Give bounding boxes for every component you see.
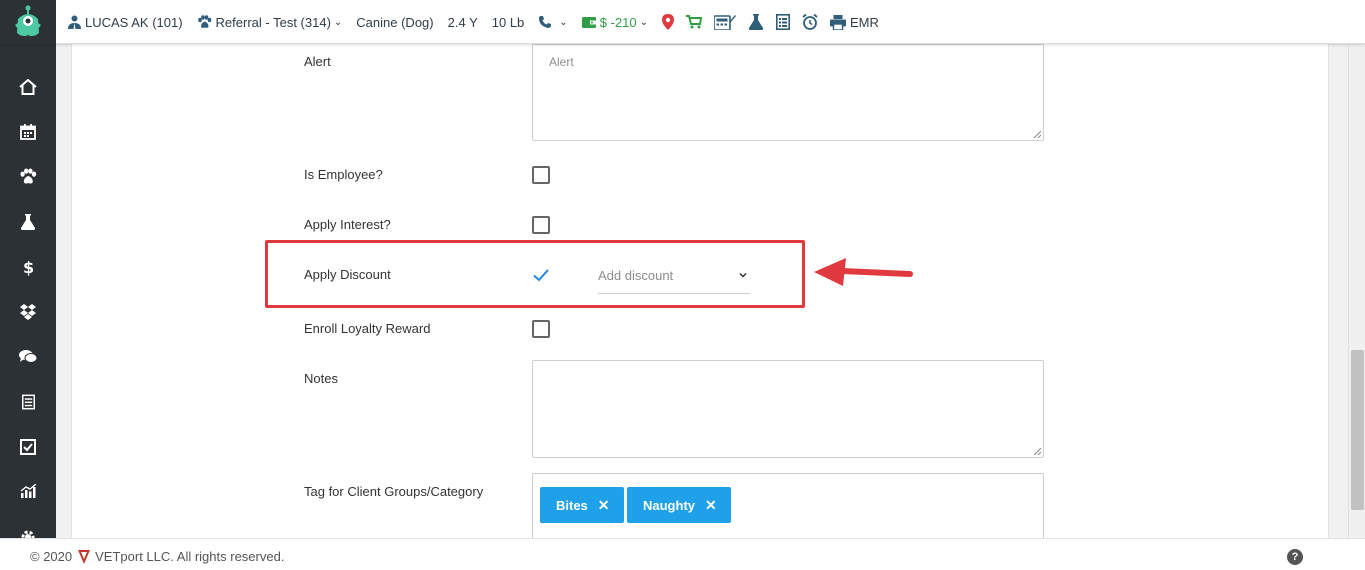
tags-label: Tag for Client Groups/Category — [304, 484, 484, 499]
patient-name: Referral - Test (314) — [215, 14, 331, 30]
alert-label: Alert — [304, 54, 331, 69]
chevron-down-icon: ⌄ — [639, 16, 648, 28]
client-name: LUCAS AK (101) — [85, 14, 183, 30]
bar-chart-icon — [20, 484, 36, 498]
phone-menu[interactable]: ⌄ — [538, 15, 568, 29]
dollar-icon: $ — [23, 258, 34, 276]
apply-interest-checkbox[interactable] — [532, 216, 550, 234]
sidebar-item-tasks[interactable] — [0, 424, 56, 469]
enroll-loyalty-checkbox[interactable] — [532, 320, 550, 338]
emr-label: EMR — [849, 14, 879, 30]
balance-amount: $ -210 — [599, 14, 637, 30]
alarm-clock-icon[interactable] — [802, 14, 818, 30]
svg-text:$: $ — [23, 258, 34, 276]
wallet-icon — [581, 17, 596, 28]
calendar-icon — [20, 123, 36, 140]
emr-button[interactable]: EMR — [829, 14, 879, 30]
close-icon[interactable]: ✕ — [598, 497, 610, 514]
top-bar: LUCAS AK (101) Referral - Test (314) ⌄ C… — [0, 0, 1365, 44]
chevron-down-icon: ⌄ — [333, 16, 343, 28]
sidebar-item-settings[interactable] — [0, 514, 56, 538]
alert-placeholder: Alert — [549, 55, 574, 69]
client-info[interactable]: LUCAS AK (101) — [68, 15, 183, 30]
chat-icon — [19, 350, 37, 363]
flask-icon[interactable] — [748, 14, 764, 30]
dropbox-icon — [20, 303, 36, 320]
sidebar-item-billing[interactable]: $ — [0, 244, 56, 289]
sidebar-item-analytics[interactable] — [0, 469, 56, 514]
alert-textarea[interactable]: Alert — [532, 44, 1044, 141]
gear-icon — [21, 530, 35, 538]
apply-interest-label: Apply Interest? — [304, 217, 391, 232]
tags-input[interactable]: Bites ✕ Naughty ✕ — [532, 473, 1044, 543]
sidebar-item-lab[interactable] — [0, 199, 56, 244]
patient-weight: 10 Lb — [491, 14, 525, 30]
company-text: VETport LLC. All rights reserved. — [95, 549, 285, 564]
tag-chip[interactable]: Bites ✕ — [540, 487, 624, 523]
balance-menu[interactable]: $ -210 ⌄ — [581, 14, 648, 30]
sidebar-item-calendar[interactable] — [0, 109, 56, 154]
sidebar-item-home[interactable] — [0, 64, 56, 109]
resize-handle-icon[interactable] — [1033, 447, 1041, 455]
highlight-box — [265, 240, 805, 308]
species: Canine (Dog) — [356, 14, 434, 30]
resize-handle-icon[interactable] — [1033, 130, 1041, 138]
tag-chip[interactable]: Naughty ✕ — [627, 487, 731, 523]
paw-icon — [197, 15, 211, 28]
calculator-edit-icon[interactable] — [713, 14, 736, 30]
arrow-annotation-icon — [814, 258, 913, 286]
sidebar-item-inventory[interactable] — [0, 289, 56, 334]
enroll-loyalty-label: Enroll Loyalty Reward — [304, 321, 431, 336]
document-list-icon[interactable] — [775, 14, 790, 30]
tag-label: Naughty — [643, 497, 695, 513]
user-tie-icon — [68, 15, 81, 29]
chevron-down-icon: ⌄ — [559, 16, 568, 28]
sidebar-item-reports[interactable] — [0, 379, 56, 424]
patient-selector[interactable]: Referral - Test (314) ⌄ — [197, 14, 343, 30]
paw-icon — [20, 168, 37, 184]
location-icon[interactable] — [661, 14, 674, 30]
copyright-text: © 2020 — [30, 549, 73, 564]
flask-icon — [20, 213, 36, 230]
close-icon[interactable]: ✕ — [705, 497, 717, 514]
scrollbar-thumb[interactable] — [1351, 350, 1364, 510]
sidebar-item-patients[interactable] — [0, 154, 56, 199]
cart-icon[interactable] — [685, 15, 702, 29]
is-employee-label: Is Employee? — [304, 167, 383, 182]
vetport-logo-icon — [78, 549, 91, 564]
vertical-scrollbar[interactable] — [1348, 44, 1365, 538]
patient-age: 2.4 Y — [447, 14, 478, 30]
document-list-icon — [21, 394, 35, 409]
footer: © 2020 VETport LLC. All rights reserved.… — [0, 538, 1365, 570]
is-employee-checkbox[interactable] — [532, 166, 550, 184]
help-icon[interactable]: ? — [1287, 549, 1303, 565]
sidebar-item-messages[interactable] — [0, 334, 56, 379]
notes-label: Notes — [304, 371, 338, 386]
notes-textarea[interactable] — [532, 360, 1044, 458]
tag-label: Bites — [556, 497, 588, 513]
printer-icon — [829, 14, 846, 30]
app-logo[interactable] — [0, 0, 56, 44]
home-icon — [19, 78, 37, 95]
checkbox-icon — [20, 438, 36, 455]
phone-icon — [539, 16, 552, 28]
sidebar: $ — [0, 44, 56, 538]
